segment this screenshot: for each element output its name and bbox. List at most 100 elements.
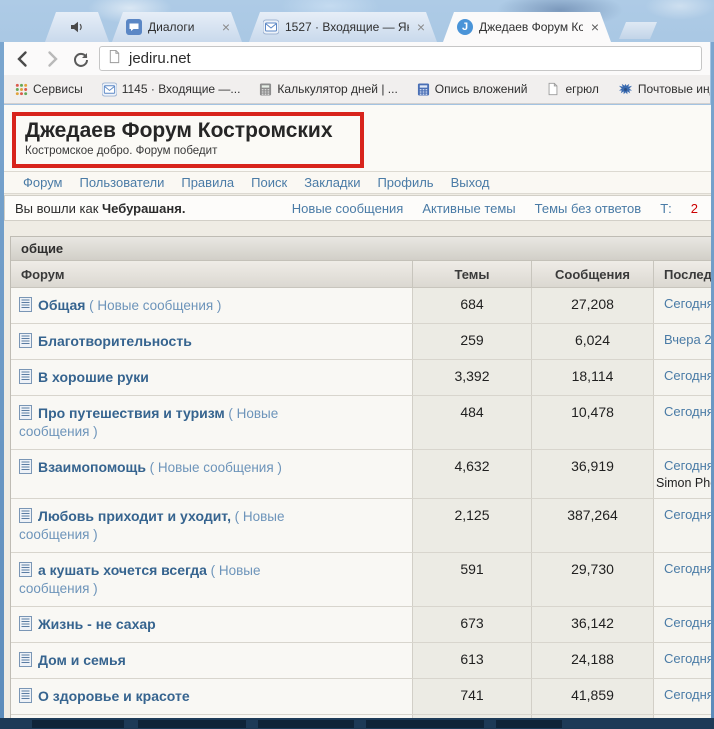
- last-post-link[interactable]: Сегодня: [664, 296, 711, 311]
- topics-count-cell: 2,125: [412, 499, 531, 552]
- topics-count-cell: 741: [412, 679, 531, 714]
- forum-row: Жизнь - не сахар 673 36,142 Сегодня: [11, 607, 711, 643]
- nav-search[interactable]: Поиск: [251, 175, 287, 190]
- forward-button[interactable]: [41, 48, 63, 70]
- link-unanswered-topics[interactable]: Темы без ответов: [535, 201, 642, 216]
- last-post-link[interactable]: Сегодня: [664, 507, 711, 522]
- bookmark-services[interactable]: Сервисы: [15, 82, 83, 96]
- forum-icon: [19, 616, 32, 631]
- site-title: Джедаев Форум Костромских: [25, 119, 351, 143]
- bookmark-egrul[interactable]: егрюл: [546, 82, 598, 96]
- category-header[interactable]: общие: [11, 237, 711, 261]
- forum-link[interactable]: В хорошие руки: [38, 369, 149, 385]
- forum-icon: [19, 369, 32, 384]
- last-post-cell: Сегодня: [653, 360, 711, 395]
- forum-link[interactable]: Благотворительность: [38, 333, 192, 349]
- nav-forum[interactable]: Форум: [23, 175, 63, 190]
- last-post-link[interactable]: Сегодня: [664, 687, 711, 702]
- last-post-link[interactable]: Сегодня: [664, 615, 711, 630]
- posts-count-cell: 41,859: [531, 679, 653, 714]
- forum-icon: [19, 562, 32, 577]
- bookmark-inbox[interactable]: 1145 · Входящие —...: [102, 82, 241, 97]
- forum-link[interactable]: Про путешествия и туризм: [38, 405, 225, 421]
- nav-rules[interactable]: Правила: [181, 175, 234, 190]
- tab-inbox[interactable]: 1527 · Входящие — Янде ×: [249, 12, 437, 42]
- forum-link[interactable]: Дом и семья: [38, 652, 126, 668]
- close-icon[interactable]: ×: [589, 20, 601, 34]
- topics-count-cell: 259: [412, 324, 531, 359]
- forum-icon: [19, 459, 32, 474]
- forum-link[interactable]: О здоровье и красоте: [38, 688, 190, 704]
- tab-dialogs[interactable]: Диалоги ×: [112, 12, 242, 42]
- reload-button[interactable]: [70, 48, 92, 70]
- posts-count-cell: 6,024: [531, 324, 653, 359]
- forum-link[interactable]: Взаимопомощь: [38, 459, 146, 475]
- back-button[interactable]: [12, 48, 34, 70]
- address-bar[interactable]: jediru.net: [99, 46, 702, 71]
- tab-label: Диалоги: [148, 20, 214, 34]
- close-icon[interactable]: ×: [415, 20, 427, 34]
- j-letter-icon: J: [457, 19, 473, 35]
- mail-icon: [263, 19, 279, 35]
- topics-count-cell: 484: [412, 396, 531, 449]
- quick-links: Новые сообщения Активные темы Темы без о…: [292, 201, 702, 216]
- bookmarks-bar: Сервисы 1145 · Входящие —... Калькулятор…: [4, 75, 710, 104]
- last-post-link[interactable]: Сегодня: [664, 458, 711, 473]
- nav-bookmarks[interactable]: Закладки: [304, 175, 360, 190]
- bookmark-attachment-list[interactable]: Опись вложений: [417, 82, 528, 96]
- page-icon: [546, 82, 560, 96]
- username: Чебурашаня.: [102, 201, 185, 216]
- tab-forum-active[interactable]: J Джедаев Форум Костром ×: [443, 12, 611, 42]
- bookmark-label: егрюл: [565, 82, 598, 96]
- bookmark-day-calculator[interactable]: Калькулятор дней | ...: [259, 82, 397, 96]
- chat-icon: [126, 19, 142, 35]
- close-icon[interactable]: ×: [220, 20, 232, 34]
- forum-row: О здоровье и красоте 741 41,859 Сегодня: [11, 679, 711, 715]
- bookmark-label: Калькулятор дней | ...: [277, 82, 397, 96]
- forum-row: Дом и семья 613 24,188 Сегодня: [11, 643, 711, 679]
- eagle-icon: [618, 82, 633, 97]
- posts-count-cell: 387,264: [531, 499, 653, 552]
- last-post-link[interactable]: Сегодня: [664, 561, 711, 576]
- forum-link[interactable]: Жизнь - не сахар: [38, 616, 156, 632]
- bookmark-label: Сервисы: [33, 82, 83, 96]
- topics-label: Т:: [660, 201, 672, 216]
- posts-count-cell: 29,730: [531, 553, 653, 606]
- last-post-link[interactable]: Сегодня: [664, 368, 711, 383]
- new-posts-label[interactable]: ( Новые сообщения ): [150, 460, 282, 475]
- url-text: jediru.net: [129, 50, 191, 67]
- forum-row: Про путешествия и туризм ( Новые сообщен…: [11, 396, 711, 450]
- nav-logout[interactable]: Выход: [451, 175, 490, 190]
- forum-row: Общая ( Новые сообщения ) 684 27,208 Сег…: [11, 288, 711, 324]
- forum-row: Благотворительность 259 6,024 Вчера 2: [11, 324, 711, 360]
- bookmark-label: 1145 · Входящие —...: [122, 82, 241, 96]
- forum-link[interactable]: Любовь приходит и уходит,: [38, 508, 231, 524]
- browser-window: Диалоги × 1527 · Входящие — Янде × J Дже…: [0, 0, 714, 729]
- mail-icon: [102, 82, 117, 97]
- new-tab-button[interactable]: [619, 22, 657, 39]
- last-post-link[interactable]: Сегодня: [664, 404, 711, 419]
- column-header-row: Форум Темы Сообщения Последн: [11, 261, 711, 288]
- bookmark-postal-codes[interactable]: Почтовые индексы.: [618, 82, 710, 97]
- new-posts-label[interactable]: ( Новые сообщения ): [89, 298, 221, 313]
- forum-row: В хорошие руки 3,392 18,114 Сегодня: [11, 360, 711, 396]
- bookmark-label: Опись вложений: [435, 82, 528, 96]
- last-post-link[interactable]: Сегодня: [664, 651, 711, 666]
- tab-pinned-audio[interactable]: [45, 12, 109, 42]
- apps-grid-icon: [15, 83, 28, 96]
- forum-board: общие Форум Темы Сообщения Последн Общая…: [10, 236, 711, 718]
- forum-icon: [19, 405, 32, 420]
- nav-users[interactable]: Пользователи: [80, 175, 165, 190]
- last-post-link[interactable]: Вчера 2: [664, 332, 711, 347]
- last-post-cell: Сегодня: [653, 643, 711, 678]
- link-active-topics[interactable]: Активные темы: [422, 201, 515, 216]
- login-bar: Вы вошли как Чебурашаня. Новые сообщения…: [4, 195, 711, 221]
- last-post-user: Simon Phe: [656, 476, 711, 490]
- link-new-posts[interactable]: Новые сообщения: [292, 201, 404, 216]
- taskbar-strip: [0, 718, 714, 729]
- forum-link[interactable]: а кушать хочется всегда: [38, 562, 207, 578]
- forum-link[interactable]: Общая: [38, 297, 85, 313]
- forum-icon: [19, 688, 32, 703]
- login-status: Вы вошли как Чебурашаня.: [15, 201, 185, 216]
- nav-profile[interactable]: Профиль: [377, 175, 433, 190]
